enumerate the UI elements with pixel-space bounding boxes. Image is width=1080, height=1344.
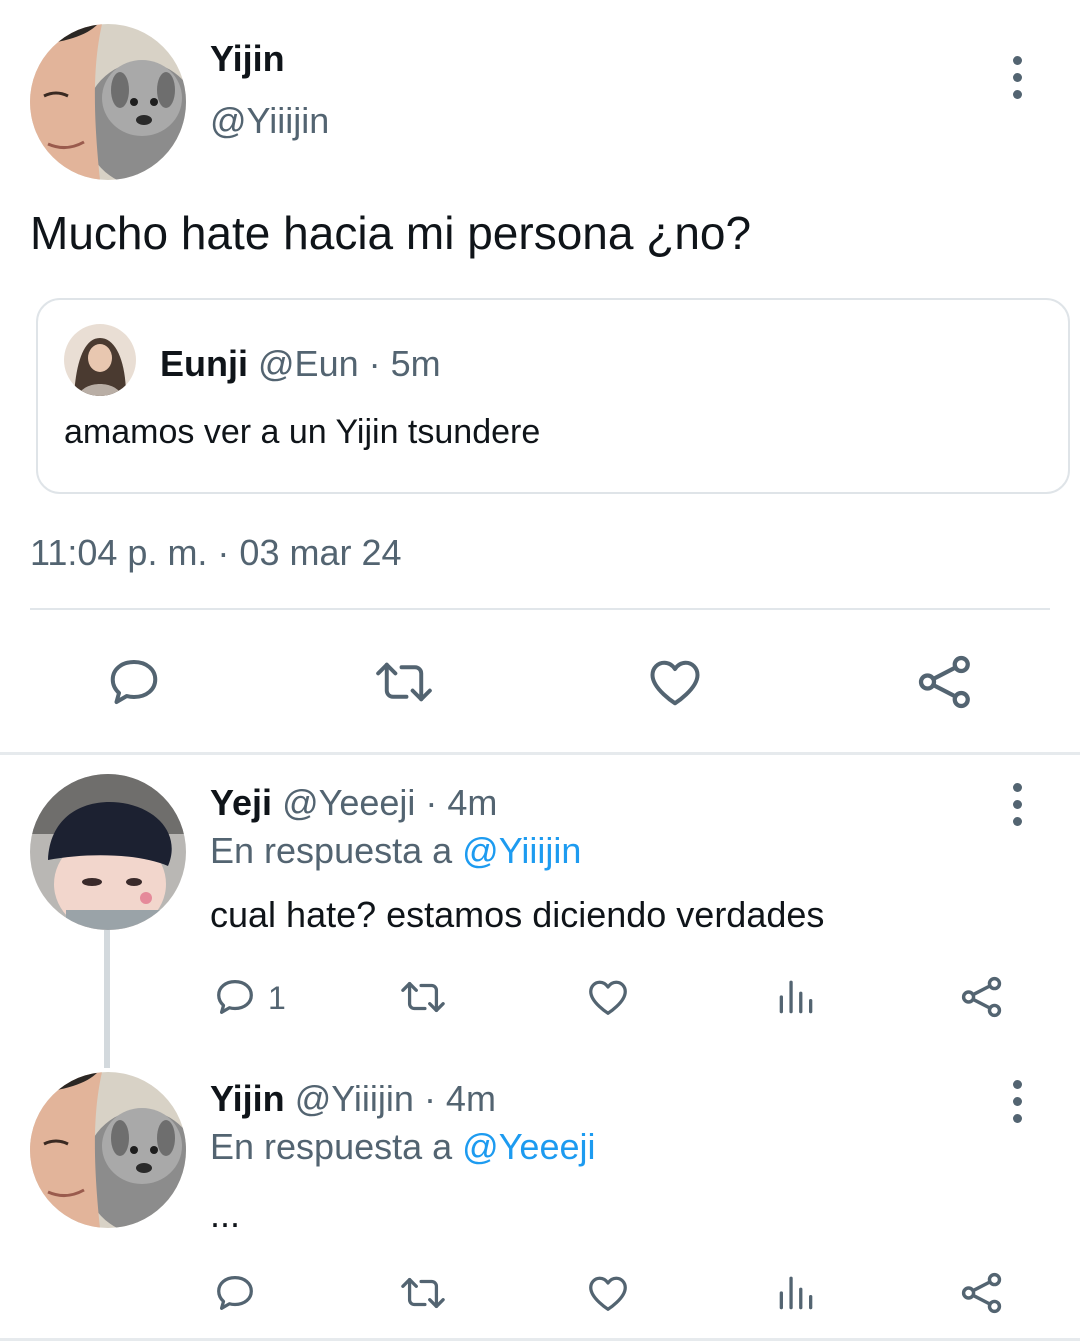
tweet-text: Mucho hate hacia mi persona ¿no? — [30, 207, 752, 259]
like-icon[interactable] — [644, 652, 706, 712]
more-options-icon[interactable] — [1010, 783, 1024, 826]
quoted-text: amamos ver a un Yijin tsundere — [64, 413, 541, 451]
reply-author-avatar[interactable] — [30, 1072, 186, 1228]
reply-icon[interactable] — [104, 652, 164, 712]
reply-icon[interactable] — [212, 1270, 258, 1316]
share-icon[interactable] — [958, 974, 1006, 1020]
quoted-author-name: Eunji — [160, 343, 248, 384]
tweet-timestamp[interactable]: 11:04 p. m. · 03 mar 24 — [30, 530, 402, 576]
quoted-time: · 5m — [368, 343, 441, 384]
reply-context: En respuesta a @Yiiijin — [210, 828, 581, 874]
retweet-icon[interactable] — [372, 652, 436, 712]
quoted-author-avatar — [64, 324, 136, 396]
reply-time: · 4m — [423, 1078, 496, 1119]
section-divider — [0, 752, 1080, 755]
reply-author-handle[interactable]: @Yiiijin — [295, 1078, 414, 1119]
reply-to-link[interactable]: @Yeeeji — [462, 1126, 595, 1167]
reply-count: 1 — [268, 980, 286, 1016]
reply-prefix: En respuesta a — [210, 830, 453, 871]
like-icon[interactable] — [584, 1270, 632, 1316]
reply-to-link[interactable]: @Yiiijin — [462, 830, 581, 871]
more-options-icon[interactable] — [1010, 56, 1024, 99]
author-name[interactable]: Yijin — [210, 36, 285, 82]
quoted-author-handle: @Eun — [258, 343, 359, 384]
like-icon[interactable] — [584, 974, 632, 1020]
retweet-icon[interactable] — [398, 974, 448, 1020]
reply-header: Yijin @Yiiijin · 4m — [210, 1076, 496, 1122]
share-icon[interactable] — [914, 652, 976, 712]
reply-prefix: En respuesta a — [210, 1126, 453, 1167]
reply-context: En respuesta a @Yeeeji — [210, 1124, 595, 1170]
thread-line — [104, 930, 110, 1068]
author-avatar[interactable] — [30, 24, 186, 180]
reply-author-name[interactable]: Yeji — [210, 782, 272, 823]
reply-text: cual hate? estamos diciendo verdades — [210, 894, 825, 935]
retweet-icon[interactable] — [398, 1270, 448, 1316]
bottom-divider — [0, 1338, 1080, 1341]
reply-author-avatar[interactable] — [30, 774, 186, 930]
quoted-tweet-card[interactable]: Eunji @Eun · 5m amamos ver a un Yijin ts… — [36, 298, 1070, 494]
reply-author-name[interactable]: Yijin — [210, 1078, 285, 1119]
reply-time: · 4m — [425, 782, 498, 823]
author-handle[interactable]: @Yiiijin — [210, 98, 329, 144]
reply-author-handle[interactable]: @Yeeeji — [282, 782, 415, 823]
reply-icon[interactable] — [212, 974, 258, 1020]
share-icon[interactable] — [958, 1270, 1006, 1316]
reply-text: ... — [210, 1194, 241, 1235]
analytics-icon[interactable] — [774, 974, 818, 1020]
reply-header: Yeji @Yeeeji · 4m — [210, 780, 497, 826]
quoted-header: Eunji @Eun · 5m — [160, 342, 441, 386]
divider — [30, 608, 1050, 610]
more-options-icon[interactable] — [1010, 1080, 1024, 1123]
analytics-icon[interactable] — [774, 1270, 818, 1316]
